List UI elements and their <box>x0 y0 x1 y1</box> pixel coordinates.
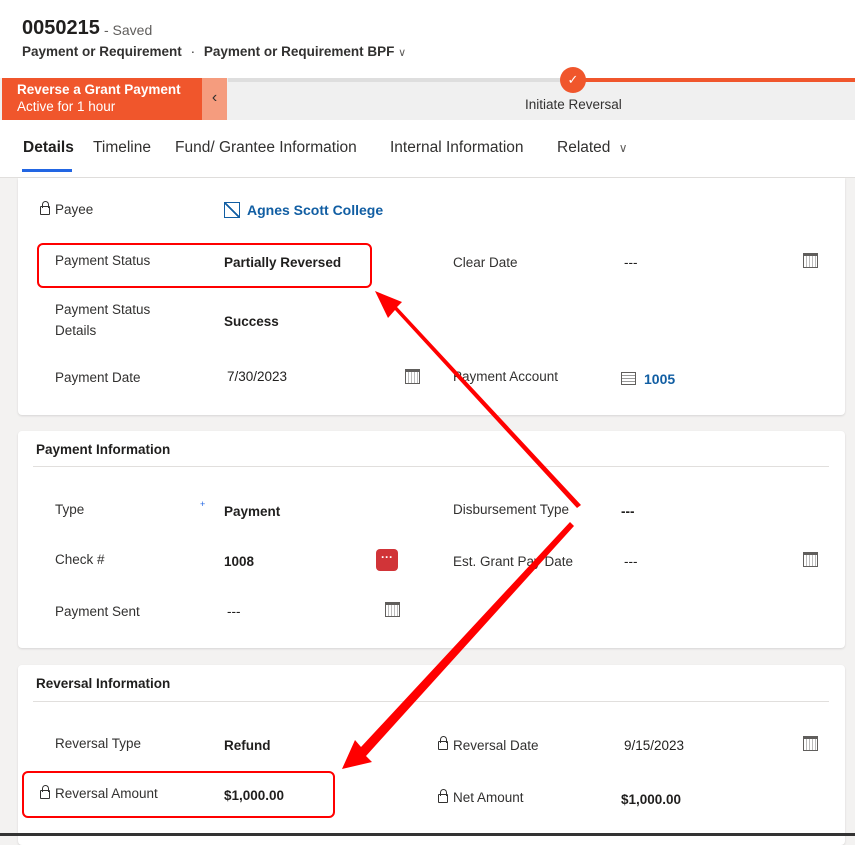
arrow-to-payment-status <box>375 291 581 508</box>
annotation-layer <box>22 243 581 818</box>
arrow-to-reversal-amount <box>342 522 574 769</box>
highlight-payment-status <box>37 243 372 288</box>
highlight-reversal-amount <box>22 771 335 818</box>
